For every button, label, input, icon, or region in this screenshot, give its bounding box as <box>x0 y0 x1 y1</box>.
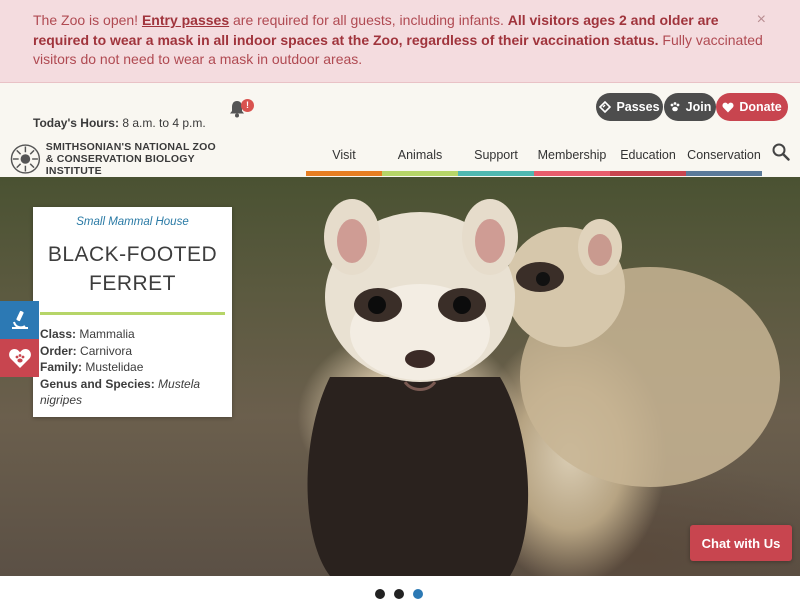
alert-banner: The Zoo is open! Entry passes are requir… <box>0 0 800 83</box>
heart-icon <box>722 102 734 112</box>
animal-class: Class: Mammalia <box>40 326 225 343</box>
carousel-dot-3-active[interactable] <box>413 589 423 599</box>
search-button[interactable] <box>772 143 792 163</box>
site-header: Today's Hours: 8 a.m. to 4 p.m. ! Passes… <box>0 83 800 180</box>
animal-info-card: Small Mammal House BLACK-FOOTED FERRET C… <box>33 207 232 417</box>
logo-line-1: SMITHSONIAN'S NATIONAL ZOO <box>45 141 216 153</box>
logo-line-2: & CONSERVATION BIOLOGY INSTITUTE <box>45 153 195 177</box>
site-logo[interactable]: SMITHSONIAN'S NATIONAL ZOO & CONSERVATIO… <box>10 138 246 180</box>
nav-item-membership[interactable]: Membership <box>534 138 610 176</box>
nav-item-support[interactable]: Support <box>458 138 534 176</box>
animal-name-title: BLACK-FOOTED FERRET <box>47 243 218 295</box>
animal-family: Family: Mustelidae <box>40 359 225 376</box>
todays-hours: Today's Hours: 8 a.m. to 4 p.m. <box>33 116 206 130</box>
animal-care-button[interactable] <box>0 339 39 377</box>
passes-label: Passes <box>616 100 660 114</box>
carousel-dot-1[interactable] <box>375 589 385 599</box>
paw-icon <box>670 102 680 112</box>
main-nav: Visit Animals Support Membership Educati… <box>306 138 762 176</box>
hours-label: Today's Hours: <box>33 116 119 130</box>
donate-button[interactable]: Donate <box>716 93 788 121</box>
chat-with-us-button[interactable]: Chat with Us <box>690 525 792 561</box>
join-button[interactable]: Join <box>664 93 716 121</box>
family-value: Mustelidae <box>82 360 144 374</box>
search-icon <box>772 143 790 161</box>
family-label: Family: <box>40 360 83 374</box>
nav-item-conservation[interactable]: Conservation <box>686 138 762 176</box>
order-value: Carnivora <box>76 343 133 358</box>
animal-genus-species: Genus and Species: Mustela nigripes <box>40 376 225 409</box>
notifications-button[interactable]: ! <box>229 98 257 118</box>
animal-order: Order: Carnivora <box>40 343 225 360</box>
nav-item-visit[interactable]: Visit <box>306 138 382 176</box>
alert-text-1: The Zoo is open! <box>33 12 142 28</box>
zoo-logo-icon <box>10 144 41 174</box>
class-label: Class: <box>40 327 77 341</box>
join-label: Join <box>685 100 712 114</box>
logo-text: SMITHSONIAN'S NATIONAL ZOO & CONSERVATIO… <box>46 141 246 177</box>
carousel-dot-2[interactable] <box>394 589 404 599</box>
order-label: Order: <box>40 343 77 358</box>
accessibility-button[interactable] <box>0 301 39 339</box>
close-icon[interactable]: × <box>757 10 766 30</box>
class-value: Mammalia <box>76 327 135 341</box>
genus-label: Genus and Species: <box>40 376 155 391</box>
heart-paw-icon <box>8 349 31 368</box>
passes-button[interactable]: Passes <box>596 93 663 121</box>
carousel-pagination <box>375 589 423 599</box>
nav-item-education[interactable]: Education <box>610 138 686 176</box>
notification-badge: ! <box>241 99 254 112</box>
nav-item-animals[interactable]: Animals <box>382 138 458 176</box>
alert-text-2: are required for all guests, including i… <box>229 12 508 28</box>
donate-label: Donate <box>739 100 782 114</box>
microscope-icon <box>11 310 28 329</box>
ticket-icon <box>599 101 612 113</box>
title-divider <box>40 312 225 315</box>
hours-value: 8 a.m. to 4 p.m. <box>118 116 206 130</box>
exhibit-location[interactable]: Small Mammal House <box>40 216 225 228</box>
entry-passes-link[interactable]: Entry passes <box>142 12 229 28</box>
